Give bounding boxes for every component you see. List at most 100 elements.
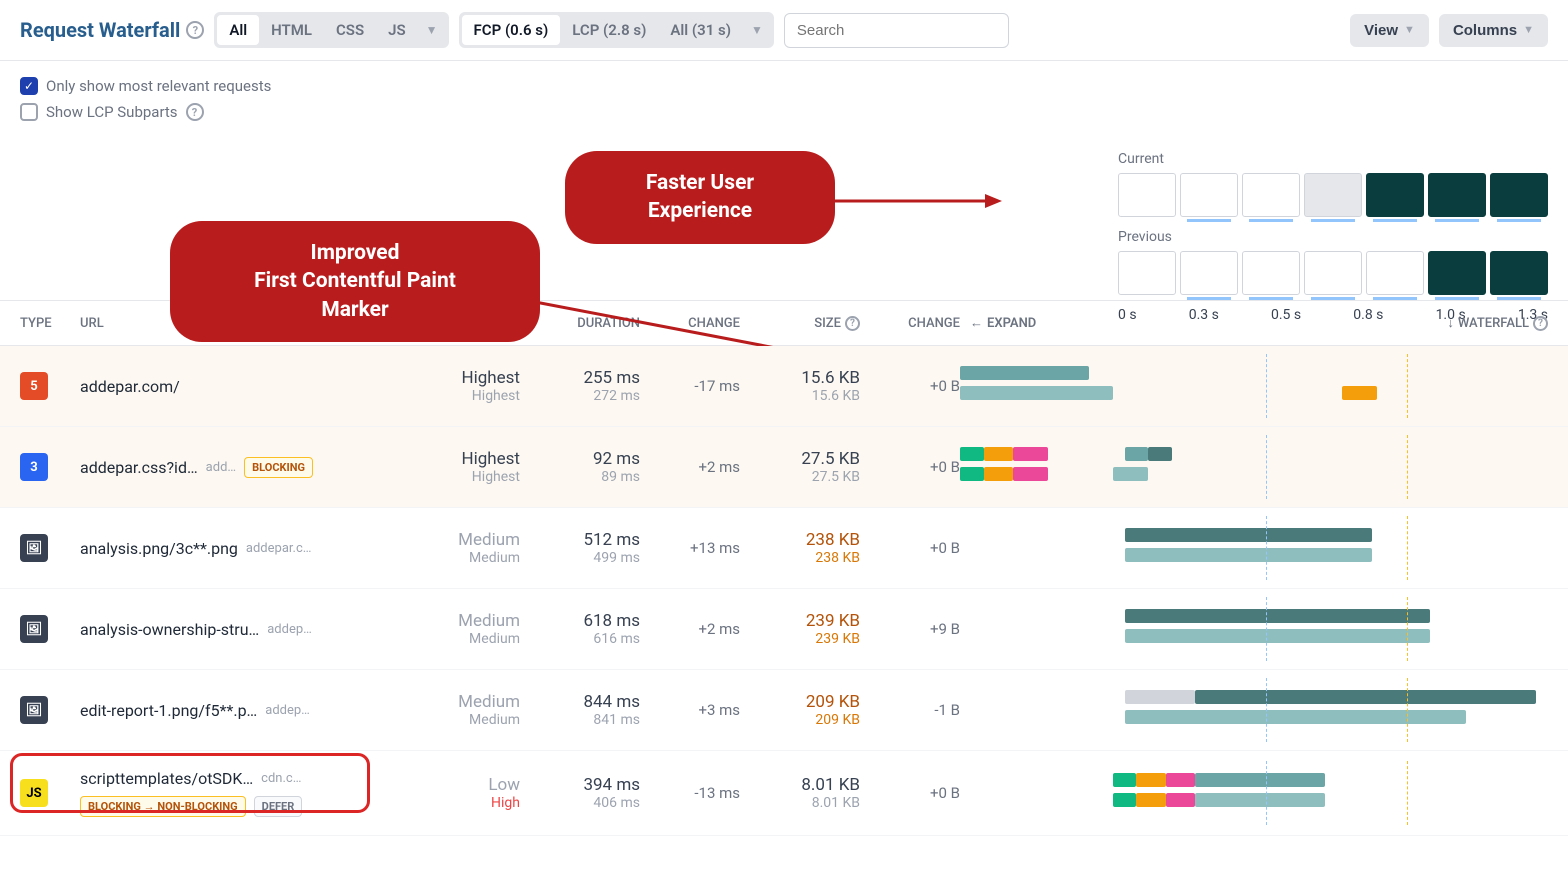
- priority-value: MediumMedium: [400, 611, 520, 647]
- size-value: 27.5 KB27.5 KB: [740, 449, 860, 485]
- help-icon[interactable]: ?: [186, 103, 204, 121]
- help-icon[interactable]: ?: [186, 21, 204, 39]
- size-change-value: +0 B: [860, 539, 960, 557]
- filmstrip-thumb[interactable]: [1366, 251, 1424, 295]
- filmstrip-thumb[interactable]: [1366, 173, 1424, 217]
- metric-filter[interactable]: FCP (0.6 s) LCP (2.8 s) All (31 s) ▼: [459, 12, 774, 48]
- filmstrip-thumb[interactable]: [1242, 173, 1300, 217]
- duration-value: 255 ms272 ms: [520, 368, 640, 404]
- checkbox-icon: ✓: [20, 77, 38, 95]
- waterfall-bars[interactable]: [960, 364, 1548, 408]
- size-change-value: +0 B: [860, 377, 960, 395]
- filmstrip-previous-label: Previous: [1118, 229, 1548, 245]
- tag-badge: BLOCKING: [244, 457, 313, 478]
- html-icon: 5: [20, 372, 48, 400]
- priority-value: MediumMedium: [400, 692, 520, 728]
- waterfall-bars[interactable]: [960, 607, 1548, 651]
- filmstrip-thumb[interactable]: [1490, 173, 1548, 217]
- request-url: addepar.css?id… add… BLOCKING: [80, 457, 400, 478]
- waterfall-bars[interactable]: [960, 445, 1548, 489]
- size-value: 15.6 KB15.6 KB: [740, 368, 860, 404]
- change-value: +2 ms: [640, 458, 740, 476]
- filmstrip-thumb[interactable]: [1180, 173, 1238, 217]
- table-row[interactable]: 3 addepar.css?id… add… BLOCKING HighestH…: [0, 427, 1568, 508]
- size-value: 8.01 KB8.01 KB: [740, 775, 860, 811]
- img-icon: 🖼: [20, 534, 48, 562]
- callout-fcp-marker: Improved First Contentful Paint Marker: [170, 221, 540, 342]
- filter-css[interactable]: CSS: [324, 15, 376, 45]
- request-url: addepar.com/: [80, 377, 400, 396]
- filmstrip-thumb[interactable]: [1180, 251, 1238, 295]
- duration-value: 512 ms499 ms: [520, 530, 640, 566]
- waterfall-bars[interactable]: [960, 688, 1548, 732]
- chevron-down-icon: ▼: [1404, 24, 1415, 36]
- filter-html[interactable]: HTML: [259, 15, 324, 45]
- tag-badge: DEFER: [254, 796, 303, 817]
- search-input[interactable]: [784, 13, 1009, 48]
- arrow-icon: [830, 186, 1000, 226]
- duration-value: 92 ms89 ms: [520, 449, 640, 485]
- table-row[interactable]: 🖼 analysis-ownership-stru… addep… Medium…: [0, 589, 1568, 670]
- duration-value: 844 ms841 ms: [520, 692, 640, 728]
- request-url: analysis.png/3c**.png addepar.c…: [80, 539, 400, 558]
- only-relevant-checkbox[interactable]: ✓ Only show most relevant requests: [20, 77, 1548, 95]
- filmstrip-previous-row[interactable]: [1118, 251, 1548, 295]
- filmstrip-thumb[interactable]: [1304, 251, 1362, 295]
- change-value: +2 ms: [640, 620, 740, 638]
- col-waterfall: ← EXPAND ↓ WATERFALL ?: [960, 315, 1548, 331]
- change-value: +3 ms: [640, 701, 740, 719]
- filmstrip-current-label: Current: [1118, 151, 1548, 167]
- columns-button[interactable]: Columns▼: [1439, 14, 1548, 47]
- css-icon: 3: [20, 453, 48, 481]
- duration-value: 394 ms406 ms: [520, 775, 640, 811]
- filmstrip-thumb[interactable]: [1118, 173, 1176, 217]
- callout-faster-ux: Faster User Experience: [565, 151, 835, 244]
- chevron-down-icon[interactable]: ▼: [418, 23, 446, 37]
- table-row[interactable]: 🖼 edit-report-1.png/f5**.p… addep… Mediu…: [0, 670, 1568, 751]
- size-value: 209 KB209 KB: [740, 692, 860, 728]
- img-icon: 🖼: [20, 615, 48, 643]
- checkbox-icon: [20, 103, 38, 121]
- priority-value: HighestHighest: [400, 449, 520, 485]
- change-value: -13 ms: [640, 784, 740, 802]
- filter-fcp[interactable]: FCP (0.6 s): [462, 15, 561, 45]
- filmstrip-thumb[interactable]: [1428, 251, 1486, 295]
- col-type[interactable]: TYPE: [20, 316, 80, 331]
- filmstrip-thumb[interactable]: [1304, 173, 1362, 217]
- table-row[interactable]: 5 addepar.com/ HighestHighest 255 ms272 …: [0, 346, 1568, 427]
- size-change-value: +0 B: [860, 458, 960, 476]
- request-url: edit-report-1.png/f5**.p… addep…: [80, 701, 400, 720]
- type-filter[interactable]: All HTML CSS JS ▼: [214, 12, 448, 48]
- filmstrip-thumb[interactable]: [1118, 251, 1176, 295]
- tag-badge: BLOCKING → NON-BLOCKING: [80, 796, 246, 817]
- filter-all-time[interactable]: All (31 s): [658, 15, 743, 45]
- filter-all[interactable]: All: [217, 15, 259, 45]
- filmstrip-current-row[interactable]: [1118, 173, 1548, 217]
- request-url: analysis-ownership-stru… addep…: [80, 620, 400, 639]
- size-change-value: +0 B: [860, 784, 960, 802]
- table-row[interactable]: JS scripttemplates/otSDK… cdn.c… BLOCKIN…: [0, 751, 1568, 836]
- waterfall-label[interactable]: ↓ WATERFALL ?: [1447, 315, 1548, 331]
- size-change-value: +9 B: [860, 620, 960, 638]
- filmstrip-thumb[interactable]: [1242, 251, 1300, 295]
- chevron-down-icon: ▼: [1523, 24, 1534, 36]
- priority-value: MediumMedium: [400, 530, 520, 566]
- priority-value: LowHigh: [400, 775, 520, 811]
- filmstrip: Current Previous 0 s 0.3 s 0.5 s 0.8 s 1…: [1118, 151, 1548, 323]
- request-url: scripttemplates/otSDK… cdn.c… BLOCKING →…: [80, 769, 400, 817]
- view-button[interactable]: View▼: [1350, 14, 1429, 47]
- change-value: -17 ms: [640, 377, 740, 395]
- filter-js[interactable]: JS: [376, 15, 418, 45]
- chevron-down-icon[interactable]: ▼: [743, 23, 771, 37]
- filmstrip-thumb[interactable]: [1428, 173, 1486, 217]
- table-row[interactable]: 🖼 analysis.png/3c**.png addepar.c… Mediu…: [0, 508, 1568, 589]
- expand-button[interactable]: ← EXPAND: [960, 315, 1036, 331]
- waterfall-bars[interactable]: [960, 771, 1548, 815]
- help-icon[interactable]: ?: [1533, 316, 1548, 331]
- size-change-value: -1 B: [860, 701, 960, 719]
- priority-value: HighestHighest: [400, 368, 520, 404]
- waterfall-bars[interactable]: [960, 526, 1548, 570]
- filter-lcp[interactable]: LCP (2.8 s): [560, 15, 658, 45]
- filmstrip-thumb[interactable]: [1490, 251, 1548, 295]
- show-lcp-checkbox[interactable]: Show LCP Subparts ?: [20, 103, 1548, 121]
